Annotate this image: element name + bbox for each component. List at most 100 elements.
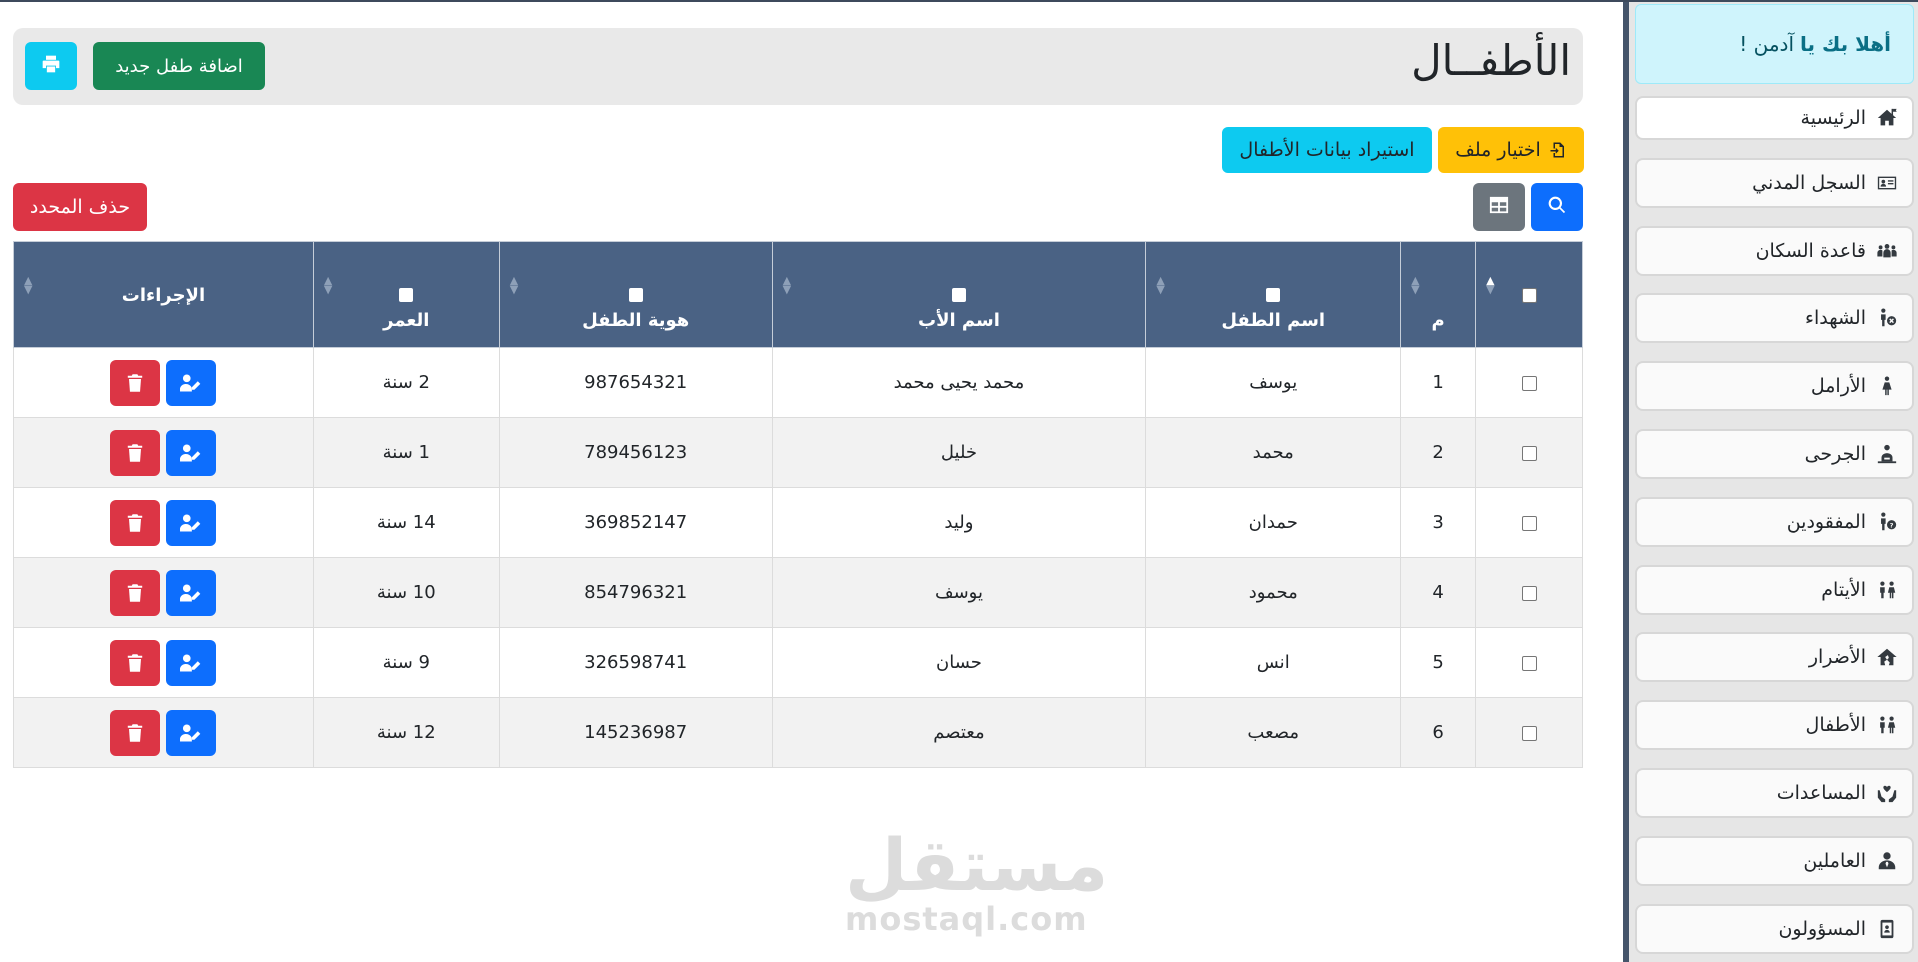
column-visibility-checkbox[interactable] <box>1266 288 1281 302</box>
edit-row-button[interactable] <box>166 639 217 686</box>
row-checkbox[interactable] <box>1521 585 1537 601</box>
columns-toggle-button[interactable] <box>1473 183 1525 231</box>
delete-row-button[interactable] <box>110 499 161 546</box>
children-icon <box>1874 713 1900 737</box>
table-row: 4 محمود يوسف 854796321 10 سنة <box>13 557 1583 628</box>
user-pen-icon <box>166 430 216 476</box>
user-pen-icon <box>166 640 216 686</box>
sidebar-item-label: الجرحى <box>1804 442 1866 465</box>
sidebar-item-label: السجل المدني <box>1752 171 1866 194</box>
column-header-child-name[interactable]: اسم الطفل ▲ ▼ <box>1145 241 1402 348</box>
child-name: انس <box>1145 627 1402 698</box>
column-visibility-checkbox[interactable] <box>399 288 414 302</box>
row-checkbox[interactable] <box>1521 725 1537 741</box>
id-badge-icon <box>1874 917 1900 941</box>
children-icon <box>1874 578 1900 602</box>
row-number: 2 <box>1400 417 1477 488</box>
column-visibility-checkbox[interactable] <box>628 288 643 302</box>
child-id: 369852147 <box>498 487 773 558</box>
child-age: 1 سنة <box>312 417 500 488</box>
column-header-child-id[interactable]: هوية الطفل ▲ ▼ <box>498 241 773 348</box>
row-number: 6 <box>1400 697 1477 768</box>
child-id: 987654321 <box>498 347 773 418</box>
column-header-age[interactable]: العمر ▲ ▼ <box>312 241 500 348</box>
delete-row-button[interactable] <box>110 569 161 616</box>
sort-icon[interactable]: ▲ ▼ <box>1486 275 1494 295</box>
sidebar-item-officials[interactable]: المسؤولون <box>1635 903 1914 954</box>
sidebar-item-home[interactable]: الرئيسية <box>1635 96 1914 140</box>
sort-icon[interactable]: ▲ ▼ <box>1156 275 1164 295</box>
sort-icon[interactable]: ▲ ▼ <box>783 275 791 295</box>
import-children-button[interactable]: استيراد بيانات الأطفال <box>1222 127 1432 173</box>
delete-row-button[interactable] <box>110 709 161 756</box>
choose-file-label: اختيار ملف <box>1455 139 1541 161</box>
row-number: 1 <box>1400 347 1477 418</box>
edit-row-button[interactable] <box>166 709 217 756</box>
choose-file-button[interactable]: اختيار ملف <box>1438 127 1584 173</box>
father-name: يوسف <box>771 557 1147 628</box>
search-icon <box>1547 195 1567 219</box>
trash-icon <box>110 430 160 476</box>
sidebar-item-workers[interactable]: العاملين <box>1635 835 1914 886</box>
column-header-number[interactable]: م ▲ ▼ <box>1400 241 1477 348</box>
delete-row-button[interactable] <box>110 429 161 476</box>
table-icon <box>1488 195 1510 219</box>
sidebar-item-martyrs[interactable]: الشهداء <box>1635 293 1914 344</box>
add-child-button[interactable]: اضافة طفل جديد <box>93 42 265 90</box>
column-header-father-name[interactable]: اسم الأب ▲ ▼ <box>771 241 1147 348</box>
select-all-checkbox[interactable] <box>1521 288 1537 303</box>
sidebar-item-population[interactable]: قاعدة السكان <box>1635 225 1914 276</box>
sidebar-item-civil-registry[interactable]: السجل المدني <box>1635 157 1914 208</box>
trash-icon <box>110 710 160 756</box>
sort-icon[interactable]: ▲ ▼ <box>510 275 518 295</box>
children-table: ▲ ▼ م ▲ ▼ اسم الطفل ▲ ▼ اسم الأب ▲ ▼ هوية ال… <box>13 241 1583 768</box>
sidebar-item-children[interactable]: الأطفال <box>1635 700 1914 751</box>
delete-selected-button[interactable]: حذف المحدد <box>13 183 147 231</box>
row-checkbox[interactable] <box>1521 655 1537 671</box>
row-actions <box>13 487 314 558</box>
select-all-header: ▲ ▼ <box>1475 241 1583 348</box>
row-checkbox[interactable] <box>1521 515 1537 531</box>
child-name: محمود <box>1145 557 1402 628</box>
person-question-icon: ? <box>1874 510 1900 534</box>
sidebar-item-label: الأطفال <box>1805 714 1866 737</box>
edit-row-button[interactable] <box>166 499 217 546</box>
row-actions <box>13 417 314 488</box>
print-button[interactable] <box>25 42 77 90</box>
delete-row-button[interactable] <box>110 359 161 406</box>
row-actions <box>13 697 314 768</box>
sidebar-item-aid[interactable]: المساعدات <box>1635 767 1914 818</box>
house-damage-icon <box>1874 645 1900 669</box>
row-select-cell <box>1475 417 1583 488</box>
sort-icon[interactable]: ▲ ▼ <box>1411 275 1419 295</box>
edit-row-button[interactable] <box>166 359 217 406</box>
sort-icon[interactable]: ▲ ▼ <box>324 275 332 295</box>
sidebar-item-injured[interactable]: الجرحى <box>1635 428 1914 479</box>
person-x-icon <box>1874 306 1900 330</box>
delete-row-button[interactable] <box>110 639 161 686</box>
row-select-cell <box>1475 347 1583 418</box>
search-button[interactable] <box>1531 183 1583 231</box>
father-name: وليد <box>771 487 1147 558</box>
child-name: مصعب <box>1145 697 1402 768</box>
page-header: الأطفــال اضافة طفل جديد <box>13 28 1583 105</box>
column-visibility-checkbox[interactable] <box>951 288 966 302</box>
sort-icon[interactable]: ▲ ▼ <box>24 275 32 295</box>
sidebar-item-label: المسؤولون <box>1778 917 1866 940</box>
sidebar-item-orphans[interactable]: الأيتام <box>1635 564 1914 615</box>
sidebar-item-damages[interactable]: الأضرار <box>1635 632 1914 683</box>
watermark: مستقل mostaql.com <box>845 829 1108 938</box>
sidebar-item-label: الأيتام <box>1821 578 1866 601</box>
child-name: حمدان <box>1145 487 1402 558</box>
row-select-cell <box>1475 697 1583 768</box>
row-checkbox[interactable] <box>1521 445 1537 461</box>
row-checkbox[interactable] <box>1521 375 1537 391</box>
edit-row-button[interactable] <box>166 569 217 616</box>
edit-row-button[interactable] <box>166 429 217 476</box>
table-row: 2 محمد خليل 789456123 1 سنة <box>13 417 1583 488</box>
sidebar-item-label: الأرامل <box>1810 375 1866 398</box>
sidebar-item-widows[interactable]: الأرامل <box>1635 361 1914 412</box>
child-age: 9 سنة <box>312 627 500 698</box>
sidebar-item-label: المفقودين <box>1786 510 1866 533</box>
sidebar-item-missing[interactable]: ? المفقودين <box>1635 496 1914 547</box>
